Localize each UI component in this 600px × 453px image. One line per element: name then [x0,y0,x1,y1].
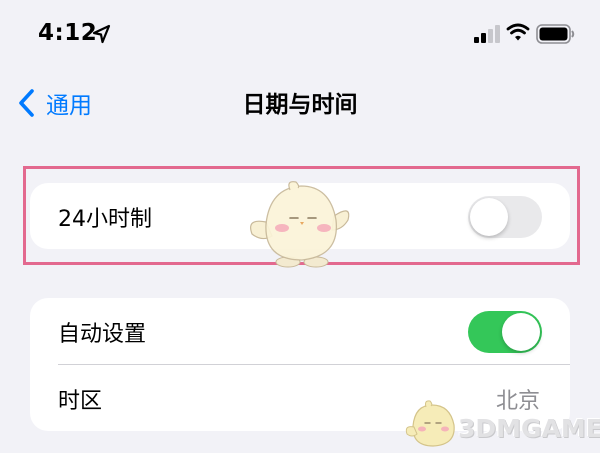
settings-group-time-zone: 自动设置 时区 北京 [30,298,570,431]
toggle-set-automatically[interactable] [468,311,542,353]
row-label-time-zone: 时区 [58,389,103,414]
cellular-signal-icon [474,24,502,44]
navigation-bar: 日期与时间 通用 [0,70,600,136]
time-zone-value: 北京 [495,389,540,414]
chevron-left-icon [16,86,38,120]
battery-icon [536,23,576,45]
watermark-text: 3DMGAME [458,414,600,443]
back-label: 通用 [46,93,92,119]
row-set-automatically[interactable]: 自动设置 [30,298,570,364]
watermark-mascot-logo [402,399,464,449]
status-time: 4:12 [38,20,98,46]
toggle-knob [502,313,540,351]
mascot-watermark-image [244,176,358,270]
wifi-icon [506,22,530,42]
back-button[interactable]: 通用 [16,86,92,120]
status-bar: 4:12 [0,0,600,70]
row-label-set-automatically: 自动设置 [58,322,147,347]
location-arrow-icon [92,24,112,44]
